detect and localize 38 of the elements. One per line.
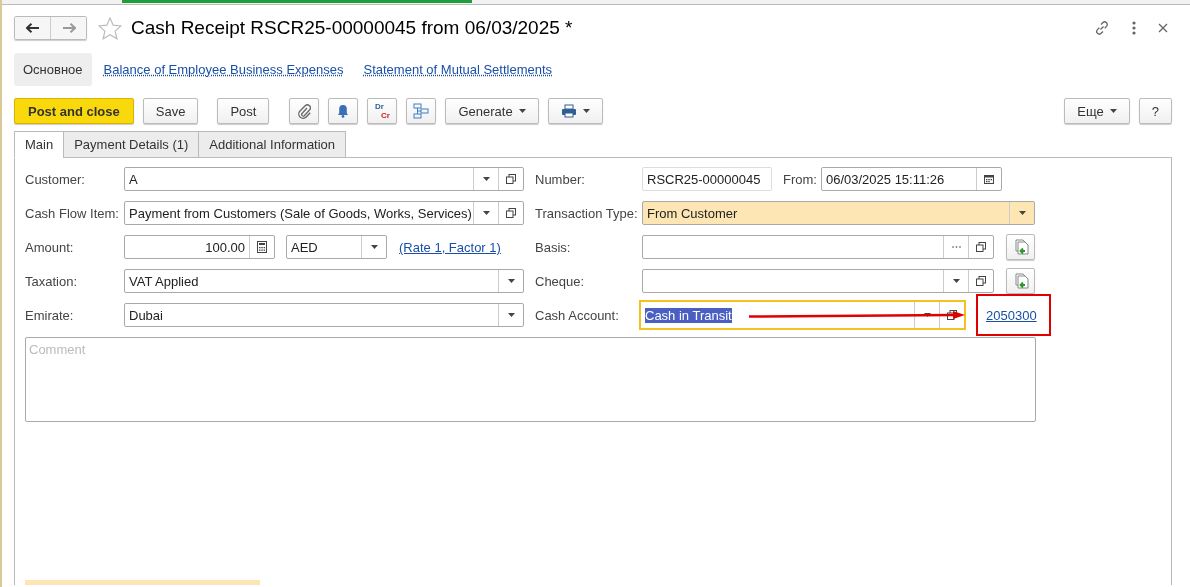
menu-button[interactable]: Еще bbox=[1064, 98, 1130, 124]
toolbar-button[interactable]: Post bbox=[217, 98, 270, 124]
post-and-close-button[interactable]: Post and close bbox=[14, 98, 134, 124]
section-link[interactable]: Balance of Employee Business Expenses bbox=[103, 61, 344, 77]
input-field[interactable]: RSCR25-00000045 bbox=[642, 167, 772, 191]
section-link[interactable]: Statement of Mutual Settlements bbox=[363, 61, 553, 77]
input-field[interactable]: AED bbox=[286, 235, 387, 259]
input-field[interactable]: Payment from Customers (Sale of Goods, Works, Services) bbox=[124, 201, 524, 225]
comment-field[interactable]: Comment bbox=[25, 337, 1036, 422]
field-label: Cash Account: bbox=[535, 307, 620, 323]
menu-button[interactable]: Generate bbox=[445, 98, 539, 124]
input-field[interactable]: 06/03/2025 15:11:26 bbox=[820, 167, 1002, 191]
field-label: From: bbox=[783, 171, 817, 187]
field-label: Taxation: bbox=[25, 273, 79, 289]
input-field[interactable]: 100.00 bbox=[124, 235, 275, 259]
field-label: Cheque: bbox=[535, 273, 586, 289]
input-field[interactable]: Cash in Transit bbox=[639, 300, 966, 330]
field-label: Number: bbox=[535, 171, 586, 187]
field-label: Customer: bbox=[25, 171, 86, 187]
link[interactable]: (Rate 1, Factor 1) bbox=[399, 239, 501, 255]
toolbar-button[interactable]: Save bbox=[142, 98, 199, 124]
field-label: Emirate: bbox=[25, 307, 75, 323]
input-field[interactable]: VAT Applied bbox=[124, 269, 524, 293]
field-label: Cash Flow Item: bbox=[25, 205, 120, 221]
debit-credit-button[interactable]: Dr Cr bbox=[367, 98, 398, 124]
field-label: Amount: bbox=[25, 239, 75, 255]
tab[interactable]: Additional Information bbox=[198, 131, 347, 158]
toolbar-button[interactable]: ? bbox=[1138, 98, 1172, 124]
field-label: Transaction Type: bbox=[535, 205, 639, 221]
section-link[interactable]: Основное bbox=[14, 52, 92, 86]
tab[interactable]: Main bbox=[14, 131, 65, 158]
window-title: Cash Receipt RSCR25-00000045 from 06/03/2025 * bbox=[131, 17, 573, 39]
field-label: Basis: bbox=[535, 239, 572, 255]
link[interactable]: 2050300 bbox=[986, 307, 1037, 323]
input-field[interactable]: From Customer bbox=[642, 201, 1035, 225]
input-field[interactable]: Dubai bbox=[124, 303, 524, 327]
input-field[interactable]: A bbox=[124, 167, 524, 191]
tab[interactable]: Payment Details (1) bbox=[63, 131, 200, 158]
